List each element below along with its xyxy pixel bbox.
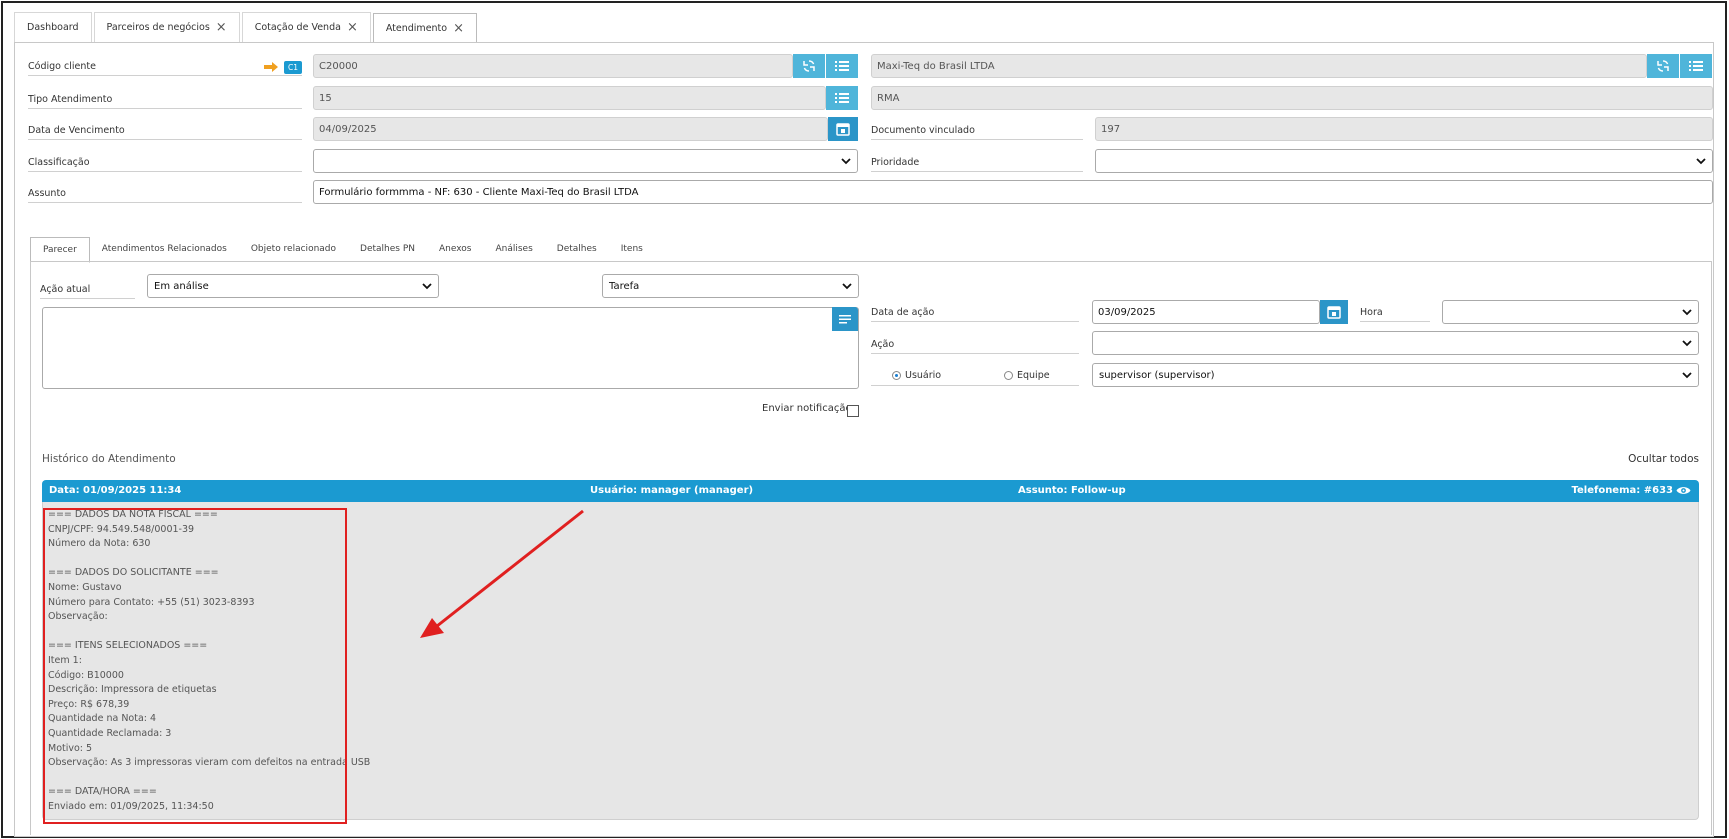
annotation-arrow-icon [420,509,584,638]
